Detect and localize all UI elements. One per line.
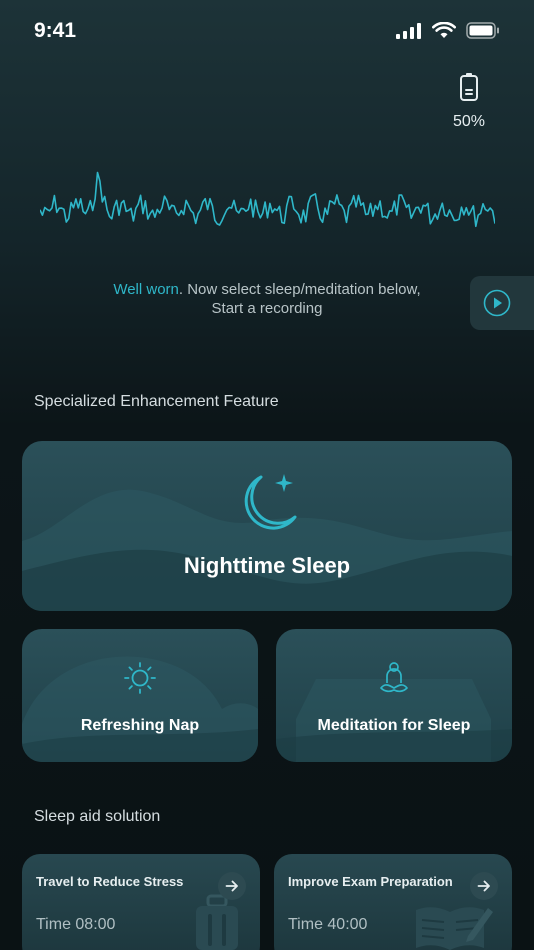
- play-tab[interactable]: [470, 276, 534, 330]
- meditation-sleep-label: Meditation for Sleep: [317, 717, 471, 734]
- solution-time: Time 08:00: [36, 916, 116, 933]
- wear-status: Well worn: [113, 281, 179, 298]
- refreshing-nap-card[interactable]: Refreshing Nap: [22, 629, 258, 762]
- status-bar: 9:41: [0, 0, 534, 60]
- brainwave-waveform: [40, 171, 495, 228]
- status-icons: [396, 22, 500, 39]
- wifi-icon: [432, 22, 456, 38]
- prompt-line-2: Start a recording: [211, 300, 323, 317]
- solution-section-title: Sleep aid solution: [34, 808, 161, 825]
- arrow-right-icon[interactable]: [470, 872, 498, 900]
- prompt-instruction: . Now select sleep/meditation below,: [178, 281, 421, 298]
- meditation-icon: [380, 662, 408, 693]
- cellular-signal-icon: [396, 22, 421, 39]
- nighttime-sleep-label: Nighttime Sleep: [183, 553, 351, 578]
- solution-card-exam[interactable]: Improve Exam Preparation Time 40:00: [274, 854, 512, 950]
- solution-title: Improve Exam Preparation: [288, 874, 453, 889]
- battery-percentage: 50%: [452, 113, 486, 130]
- prompt-line-1: Well worn. Now select sleep/meditation b…: [0, 280, 534, 299]
- refreshing-nap-label: Refreshing Nap: [80, 717, 200, 734]
- status-time: 9:41: [34, 19, 77, 42]
- play-icon[interactable]: [483, 289, 511, 317]
- meditation-sleep-card[interactable]: Meditation for Sleep: [276, 629, 512, 762]
- recording-prompt: Well worn. Now select sleep/meditation b…: [0, 280, 534, 318]
- enhancement-section-title: Specialized Enhancement Feature: [34, 393, 279, 410]
- battery-icon: [460, 73, 478, 101]
- device-battery: 50%: [444, 72, 494, 131]
- moon-star-icon: [244, 474, 297, 530]
- solution-title: Travel to Reduce Stress: [36, 874, 184, 889]
- hills-background: [22, 656, 258, 762]
- nighttime-sleep-card[interactable]: Nighttime Sleep: [22, 441, 512, 611]
- solution-time: Time 40:00: [288, 916, 368, 933]
- book-pencil-icon: [416, 907, 493, 950]
- status-battery-icon: [466, 22, 499, 39]
- sun-icon: [124, 662, 156, 694]
- bed-background: [276, 679, 512, 762]
- solution-card-travel[interactable]: Travel to Reduce Stress Time 08:00: [22, 854, 260, 950]
- arrow-right-icon[interactable]: [218, 872, 246, 900]
- luggage-icon: [196, 894, 238, 950]
